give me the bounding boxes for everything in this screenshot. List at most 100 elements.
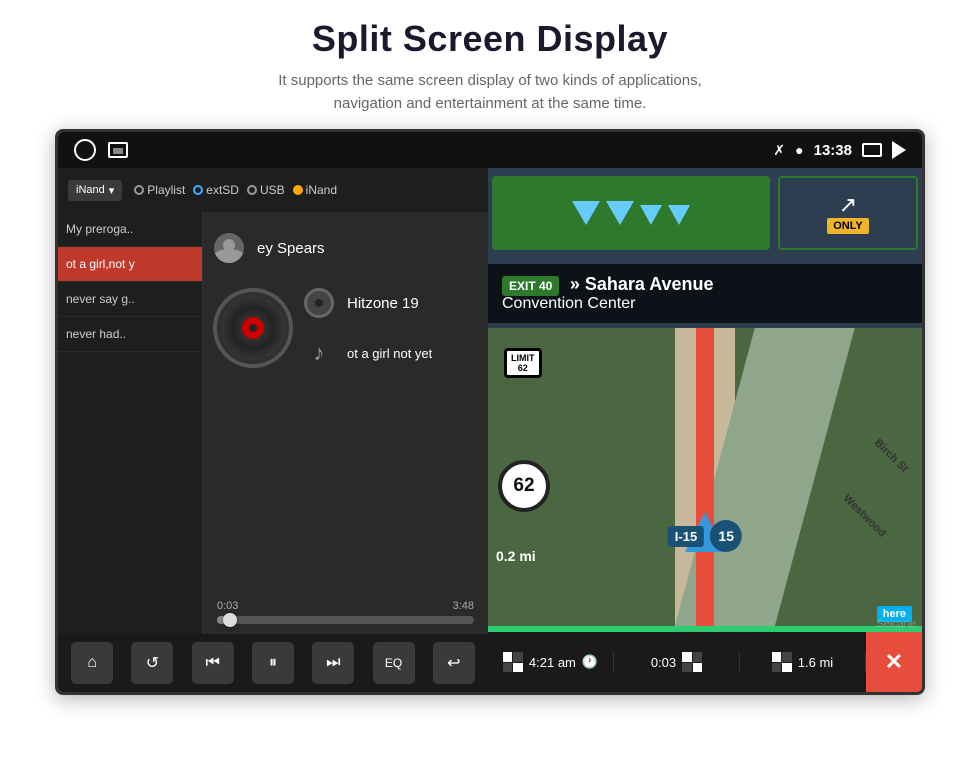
vinyl-hole bbox=[249, 324, 257, 332]
artist-name: ey Spears bbox=[257, 240, 325, 257]
highway-signs bbox=[492, 176, 770, 250]
source-row: iNand ▾ Playlist extSD USB bbox=[58, 168, 488, 212]
next-button[interactable]: ⏭ bbox=[312, 642, 354, 684]
source-label: iNand bbox=[76, 184, 105, 196]
nav-duration-item: 0:03 bbox=[614, 652, 740, 672]
radio-dot-usb bbox=[247, 185, 257, 195]
arrow-down-4 bbox=[668, 205, 690, 225]
chess-icon-2 bbox=[682, 652, 702, 672]
nav-close-button[interactable]: ✕ bbox=[866, 632, 922, 692]
speed-limit-sign: LIMIT 62 bbox=[504, 348, 542, 378]
status-bar: ✗ ● 13:38 bbox=[58, 132, 922, 168]
nav-panel: ↗ ONLY EXIT 40 » Sahara Avenue Conventio… bbox=[488, 168, 922, 692]
exit-dest-name: Sahara Avenue bbox=[585, 274, 714, 294]
page-header: Split Screen Display It supports the sam… bbox=[0, 0, 980, 129]
controls-bar: ⌂ ↺ ⏮ ⏸ ⏭ EQ ↩ bbox=[58, 634, 488, 692]
bluetooth-icon: ✗ bbox=[773, 142, 785, 159]
tab-usb-label: USB bbox=[260, 183, 285, 197]
speed-sign: 62 bbox=[498, 460, 550, 512]
page-title: Split Screen Display bbox=[60, 18, 920, 60]
status-right: ✗ ● 13:38 bbox=[773, 141, 906, 159]
location-icon: ● bbox=[795, 142, 803, 158]
source-dropdown[interactable]: iNand ▾ bbox=[68, 180, 122, 201]
page-subtitle: It supports the same screen display of t… bbox=[60, 70, 920, 115]
exit-badge: EXIT 40 bbox=[502, 276, 559, 296]
back-ctrl-button[interactable]: ↩ bbox=[433, 642, 475, 684]
prev-button[interactable]: ⏮ bbox=[192, 642, 234, 684]
track-info: ey Spears bbox=[213, 228, 478, 378]
vinyl-disc bbox=[213, 288, 293, 368]
music-panel: iNand ▾ Playlist extSD USB bbox=[58, 168, 488, 692]
map-body: LIMIT 62 I-15 15 62 Birch St Westwood he… bbox=[488, 328, 922, 632]
home-button[interactable]: ⌂ bbox=[71, 642, 113, 684]
list-item-1[interactable]: ot a girl,not y bbox=[58, 247, 202, 282]
back-icon bbox=[892, 141, 906, 159]
exit-destination: » bbox=[570, 274, 585, 294]
watermark: Seicane bbox=[876, 618, 916, 630]
nav-remaining-distance: 1.6 mi bbox=[798, 655, 833, 670]
arrow-down-3 bbox=[640, 205, 662, 225]
vinyl-area bbox=[213, 288, 293, 368]
chess-icon-3 bbox=[772, 652, 792, 672]
eq-button[interactable]: EQ bbox=[373, 642, 415, 684]
circle-icon bbox=[74, 139, 96, 161]
distance-label: 0.2 mi bbox=[496, 548, 536, 564]
tab-playlist-label: Playlist bbox=[147, 183, 185, 197]
tab-inand-label: iNand bbox=[306, 183, 337, 197]
pause-button[interactable]: ⏸ bbox=[252, 642, 294, 684]
chess-icon-1 bbox=[503, 652, 523, 672]
device-frame: ✗ ● 13:38 iNand ▾ Playlist bbox=[55, 129, 925, 695]
disc-icon bbox=[303, 287, 335, 319]
radio-dot-playlist bbox=[134, 185, 144, 195]
highway-number: 15 bbox=[710, 520, 742, 552]
playlist-area: My preroga.. ot a girl,not y never say g… bbox=[58, 212, 488, 634]
nav-distance-item: 1.6 mi bbox=[740, 652, 866, 672]
road-label-westwood: Westwood bbox=[841, 493, 888, 540]
note-icon: ♪ bbox=[303, 337, 335, 369]
album-row: Hitzone 19 bbox=[303, 283, 478, 323]
tab-extsd[interactable]: extSD bbox=[193, 183, 239, 197]
road-red bbox=[696, 328, 714, 632]
title-row: ♪ ot a girl not yet bbox=[303, 333, 478, 373]
list-item-3[interactable]: never had.. bbox=[58, 317, 202, 352]
tab-inand[interactable]: iNand bbox=[293, 183, 337, 197]
split-content: iNand ▾ Playlist extSD USB bbox=[58, 168, 922, 692]
player-main: ey Spears bbox=[203, 212, 488, 634]
list-item-2[interactable]: never say g.. bbox=[58, 282, 202, 317]
arrow-down-1 bbox=[572, 201, 600, 225]
nav-signs: ↗ ONLY bbox=[488, 168, 922, 258]
exit-sub: Convention Center bbox=[502, 295, 635, 312]
only-label: ONLY bbox=[827, 218, 869, 234]
screen-icon bbox=[862, 143, 882, 157]
highway-shield: I-15 15 bbox=[668, 520, 742, 552]
vinyl-center bbox=[242, 317, 264, 339]
road-label-birch: Birch St bbox=[872, 436, 910, 474]
status-left bbox=[74, 139, 128, 161]
list-item-0[interactable]: My preroga.. bbox=[58, 212, 202, 247]
close-icon: ✕ bbox=[885, 649, 903, 675]
track-title: ot a girl not yet bbox=[347, 346, 432, 361]
person-icon bbox=[213, 232, 245, 264]
nav-clock-icon: 🕐 bbox=[582, 654, 598, 670]
progress-bar[interactable] bbox=[217, 616, 474, 624]
exit-sign: EXIT 40 » Sahara Avenue Convention Cente… bbox=[488, 264, 922, 323]
total-time: 3:48 bbox=[453, 600, 474, 612]
current-time: 0:03 bbox=[217, 600, 238, 612]
only-sign: ↗ ONLY bbox=[778, 176, 918, 250]
nav-bottom-bar: 4:21 am 🕐 0:03 bbox=[488, 632, 922, 692]
highway-label: I-15 bbox=[668, 526, 704, 547]
progress-thumb[interactable] bbox=[223, 613, 237, 627]
radio-dot-inand bbox=[293, 185, 303, 195]
arrow-down-2 bbox=[606, 201, 634, 225]
tab-playlist[interactable]: Playlist bbox=[134, 183, 185, 197]
sign-arrows bbox=[572, 201, 690, 225]
nav-duration: 0:03 bbox=[651, 655, 676, 670]
progress-area: 0:03 3:48 bbox=[213, 600, 478, 624]
album-title-info: Hitzone 19 ♪ ot a girl not yet bbox=[303, 283, 478, 373]
source-tabs: Playlist extSD USB iNand bbox=[134, 183, 337, 197]
tab-usb[interactable]: USB bbox=[247, 183, 285, 197]
album-name: Hitzone 19 bbox=[347, 295, 419, 312]
repeat-button[interactable]: ↺ bbox=[131, 642, 173, 684]
status-time: 13:38 bbox=[814, 142, 852, 159]
tab-extsd-label: extSD bbox=[206, 183, 239, 197]
